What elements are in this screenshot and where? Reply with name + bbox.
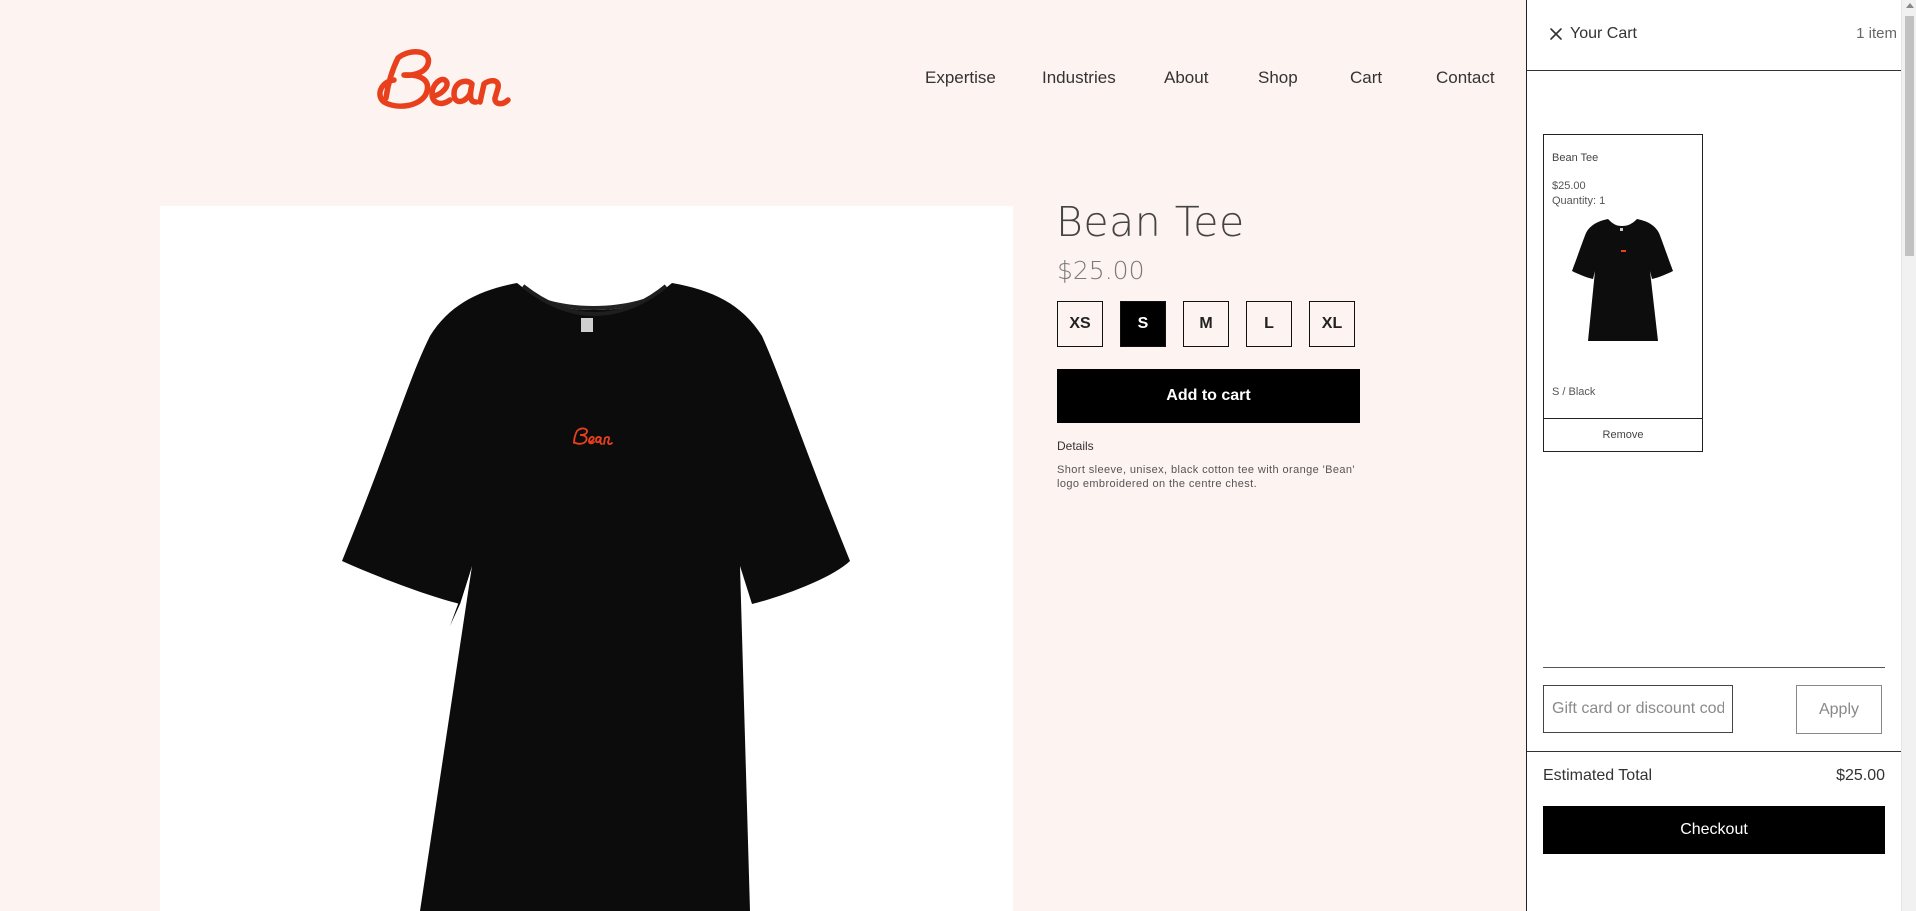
nav-industries[interactable]: Industries	[1042, 68, 1116, 88]
cart-title: Your Cart	[1570, 25, 1637, 42]
details-heading: Details	[1057, 439, 1094, 453]
cart-item-variant: S / Black	[1552, 386, 1596, 398]
size-option-xs[interactable]: XS	[1057, 301, 1103, 347]
checkout-button[interactable]: Checkout	[1543, 806, 1885, 854]
cart-item-count: 1 item	[1856, 25, 1897, 42]
nav-shop[interactable]: Shop	[1258, 68, 1298, 88]
estimated-total-label: Estimated Total	[1543, 767, 1653, 784]
size-option-xl[interactable]: XL	[1309, 301, 1355, 347]
nav-about[interactable]: About	[1164, 68, 1208, 88]
apply-discount-button[interactable]: Apply	[1796, 685, 1882, 734]
brand-logo[interactable]	[376, 44, 521, 114]
cart-header: Your Cart 1 item	[1527, 0, 1901, 71]
cart-item-price: $25.00	[1552, 180, 1586, 192]
details-description: Short sleeve, unisex, black cotton tee w…	[1057, 464, 1355, 490]
nav-contact[interactable]: Contact	[1436, 68, 1495, 88]
bean-logo-icon	[377, 49, 511, 109]
cart-item-quantity: Quantity: 1	[1552, 195, 1606, 207]
size-option-s[interactable]: S	[1120, 301, 1166, 347]
size-option-m[interactable]: M	[1183, 301, 1229, 347]
size-option-l[interactable]: L	[1246, 301, 1292, 347]
cart-item-thumbnail	[1570, 215, 1675, 345]
product-price: $25.00	[1057, 256, 1145, 285]
cart-line-item: Bean Tee $25.00 Quantity: 1 S / Black Re…	[1543, 134, 1703, 452]
cart-scrollbar[interactable]	[1901, 0, 1916, 911]
scroll-up-arrow-icon[interactable]	[1906, 3, 1914, 8]
tshirt-thumbnail-icon	[1572, 219, 1673, 341]
cart-drawer: Your Cart 1 item Bean Tee $25.00 Quantit…	[1526, 0, 1916, 911]
discount-code-input[interactable]	[1543, 685, 1733, 733]
estimated-total-value: $25.00	[1836, 767, 1885, 784]
close-icon[interactable]	[1544, 22, 1568, 46]
nav-expertise[interactable]: Expertise	[925, 68, 996, 88]
cart-item-name: Bean Tee	[1552, 152, 1599, 164]
product-image	[160, 206, 1013, 911]
product-title: Bean Tee	[1056, 198, 1245, 246]
tshirt-icon	[342, 283, 850, 911]
add-to-cart-button[interactable]: Add to cart	[1057, 369, 1360, 423]
scrollbar-thumb[interactable]	[1905, 16, 1914, 256]
cart-divider	[1527, 751, 1901, 752]
remove-item-button[interactable]: Remove	[1544, 418, 1702, 451]
cart-divider	[1543, 667, 1885, 668]
nav-cart[interactable]: Cart	[1350, 68, 1382, 88]
